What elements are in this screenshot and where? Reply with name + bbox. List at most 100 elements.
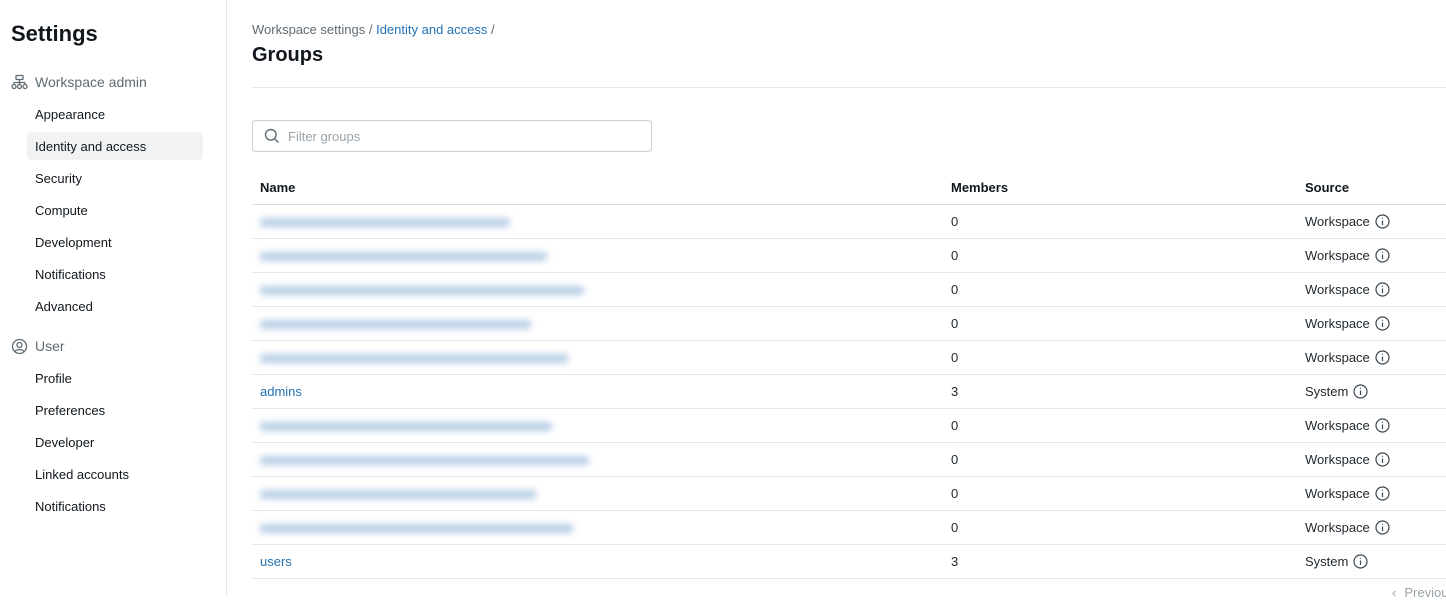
- source-label: Workspace: [1305, 486, 1370, 501]
- members-count: 0: [951, 350, 959, 365]
- previous-page-button[interactable]: ‹ Previous: [1392, 585, 1446, 600]
- group-name-link[interactable]: [260, 320, 531, 330]
- info-icon[interactable]: [1375, 316, 1390, 331]
- source-label: Workspace: [1305, 350, 1370, 365]
- group-name-cell: [252, 486, 951, 501]
- group-name-cell: [252, 350, 951, 365]
- group-name-cell: [252, 520, 951, 535]
- source-cell: Workspace: [1305, 214, 1390, 229]
- source-label: Workspace: [1305, 418, 1370, 433]
- table-header: Name Members Source: [252, 171, 1446, 205]
- group-name-cell: users: [252, 554, 951, 569]
- sidebar-item-profile[interactable]: Profile: [27, 364, 203, 392]
- breadcrumb-workspace-settings[interactable]: Workspace settings: [252, 22, 365, 37]
- members-count: 0: [951, 214, 959, 229]
- source-label: Workspace: [1305, 282, 1370, 297]
- group-name-cell: [252, 316, 951, 331]
- group-name-cell: [252, 248, 951, 263]
- group-name-link[interactable]: [260, 490, 536, 500]
- source-cell: Workspace: [1305, 486, 1390, 501]
- column-header-name[interactable]: Name: [252, 180, 951, 195]
- table-row: 0 Workspace: [252, 273, 1446, 307]
- source-cell: Workspace: [1305, 350, 1390, 365]
- group-name-link[interactable]: [260, 218, 510, 228]
- members-count: 0: [951, 282, 959, 297]
- sidebar-item-development[interactable]: Development: [27, 228, 203, 256]
- groups-table: Name Members Source 0 Workspace 0 Workspace…: [252, 171, 1446, 579]
- breadcrumb-separator: /: [368, 22, 373, 37]
- sidebar-item-appearance[interactable]: Appearance: [27, 100, 203, 128]
- source-label: Workspace: [1305, 316, 1370, 331]
- filter-groups-input[interactable]: [288, 128, 628, 144]
- info-icon[interactable]: [1375, 486, 1390, 501]
- workspace-icon: [11, 74, 28, 91]
- column-header-source[interactable]: Source: [1305, 180, 1349, 195]
- members-count: 0: [951, 452, 959, 467]
- sidebar-item-developer[interactable]: Developer: [27, 428, 203, 456]
- members-count: 3: [951, 554, 959, 569]
- source-label: Workspace: [1305, 214, 1370, 229]
- header-divider: [252, 87, 1446, 88]
- table-row: 0 Workspace: [252, 239, 1446, 273]
- sidebar-item-notifications[interactable]: Notifications: [27, 260, 203, 288]
- chevron-left-icon: ‹: [1392, 585, 1397, 600]
- source-label: Workspace: [1305, 248, 1370, 263]
- table-row: 0 Workspace: [252, 341, 1446, 375]
- members-count: 0: [951, 486, 959, 501]
- info-icon[interactable]: [1375, 520, 1390, 535]
- source-cell: Workspace: [1305, 248, 1390, 263]
- section-workspace-admin: Workspace admin: [11, 72, 147, 92]
- sidebar-item-linked-accounts[interactable]: Linked accounts: [27, 460, 203, 488]
- info-icon[interactable]: [1375, 418, 1390, 433]
- group-name-link[interactable]: [260, 456, 589, 466]
- info-icon[interactable]: [1375, 350, 1390, 365]
- breadcrumb-identity-and-access[interactable]: Identity and access: [376, 22, 487, 37]
- sidebar-item-advanced[interactable]: Advanced: [27, 292, 203, 320]
- sidebar-title: Settings: [11, 21, 98, 46]
- group-name-link[interactable]: [260, 524, 573, 534]
- filter-groups-search[interactable]: [252, 120, 652, 152]
- members-count: 0: [951, 248, 959, 263]
- table-row: 0 Workspace: [252, 205, 1446, 239]
- group-name-link[interactable]: [260, 354, 568, 364]
- info-icon[interactable]: [1375, 214, 1390, 229]
- source-cell: Workspace: [1305, 282, 1390, 297]
- source-label: System: [1305, 554, 1349, 569]
- breadcrumb-separator: /: [491, 22, 495, 37]
- members-count: 0: [951, 520, 959, 535]
- table-body: 0 Workspace 0 Workspace 0 Workspace 0 Workspace…: [252, 205, 1446, 579]
- source-cell: System: [1305, 554, 1368, 569]
- column-header-members[interactable]: Members: [951, 180, 1305, 195]
- source-label: Workspace: [1305, 452, 1370, 467]
- group-name-link[interactable]: admins: [260, 384, 302, 399]
- sidebar-item-user-notifications[interactable]: Notifications: [27, 492, 203, 520]
- members-count: 0: [951, 316, 959, 331]
- table-row: 0 Workspace: [252, 307, 1446, 341]
- table-row: 0 Workspace: [252, 477, 1446, 511]
- settings-sidebar: Settings Workspace admin Appearance Iden…: [0, 0, 227, 596]
- info-icon[interactable]: [1375, 282, 1390, 297]
- group-name-link[interactable]: [260, 252, 547, 262]
- group-name-link[interactable]: [260, 286, 584, 296]
- members-count: 3: [951, 384, 959, 399]
- info-icon[interactable]: [1375, 248, 1390, 263]
- user-icon: [11, 338, 28, 355]
- sidebar-item-security[interactable]: Security: [27, 164, 203, 192]
- sidebar-item-compute[interactable]: Compute: [27, 196, 203, 224]
- members-count: 0: [951, 418, 959, 433]
- info-icon[interactable]: [1375, 452, 1390, 467]
- previous-label: Previous: [1404, 585, 1446, 600]
- info-icon[interactable]: [1353, 384, 1368, 399]
- group-name-cell: [252, 452, 951, 467]
- source-cell: Workspace: [1305, 316, 1390, 331]
- sidebar-item-preferences[interactable]: Preferences: [27, 396, 203, 424]
- group-name-cell: admins: [252, 384, 951, 399]
- group-name-link[interactable]: users: [260, 554, 292, 569]
- page-title: Groups: [252, 44, 324, 66]
- sidebar-item-identity-and-access[interactable]: Identity and access: [27, 132, 203, 160]
- group-name-link[interactable]: [260, 422, 552, 432]
- source-cell: Workspace: [1305, 520, 1390, 535]
- source-label: Workspace: [1305, 520, 1370, 535]
- section-user: User: [11, 336, 65, 356]
- info-icon[interactable]: [1353, 554, 1368, 569]
